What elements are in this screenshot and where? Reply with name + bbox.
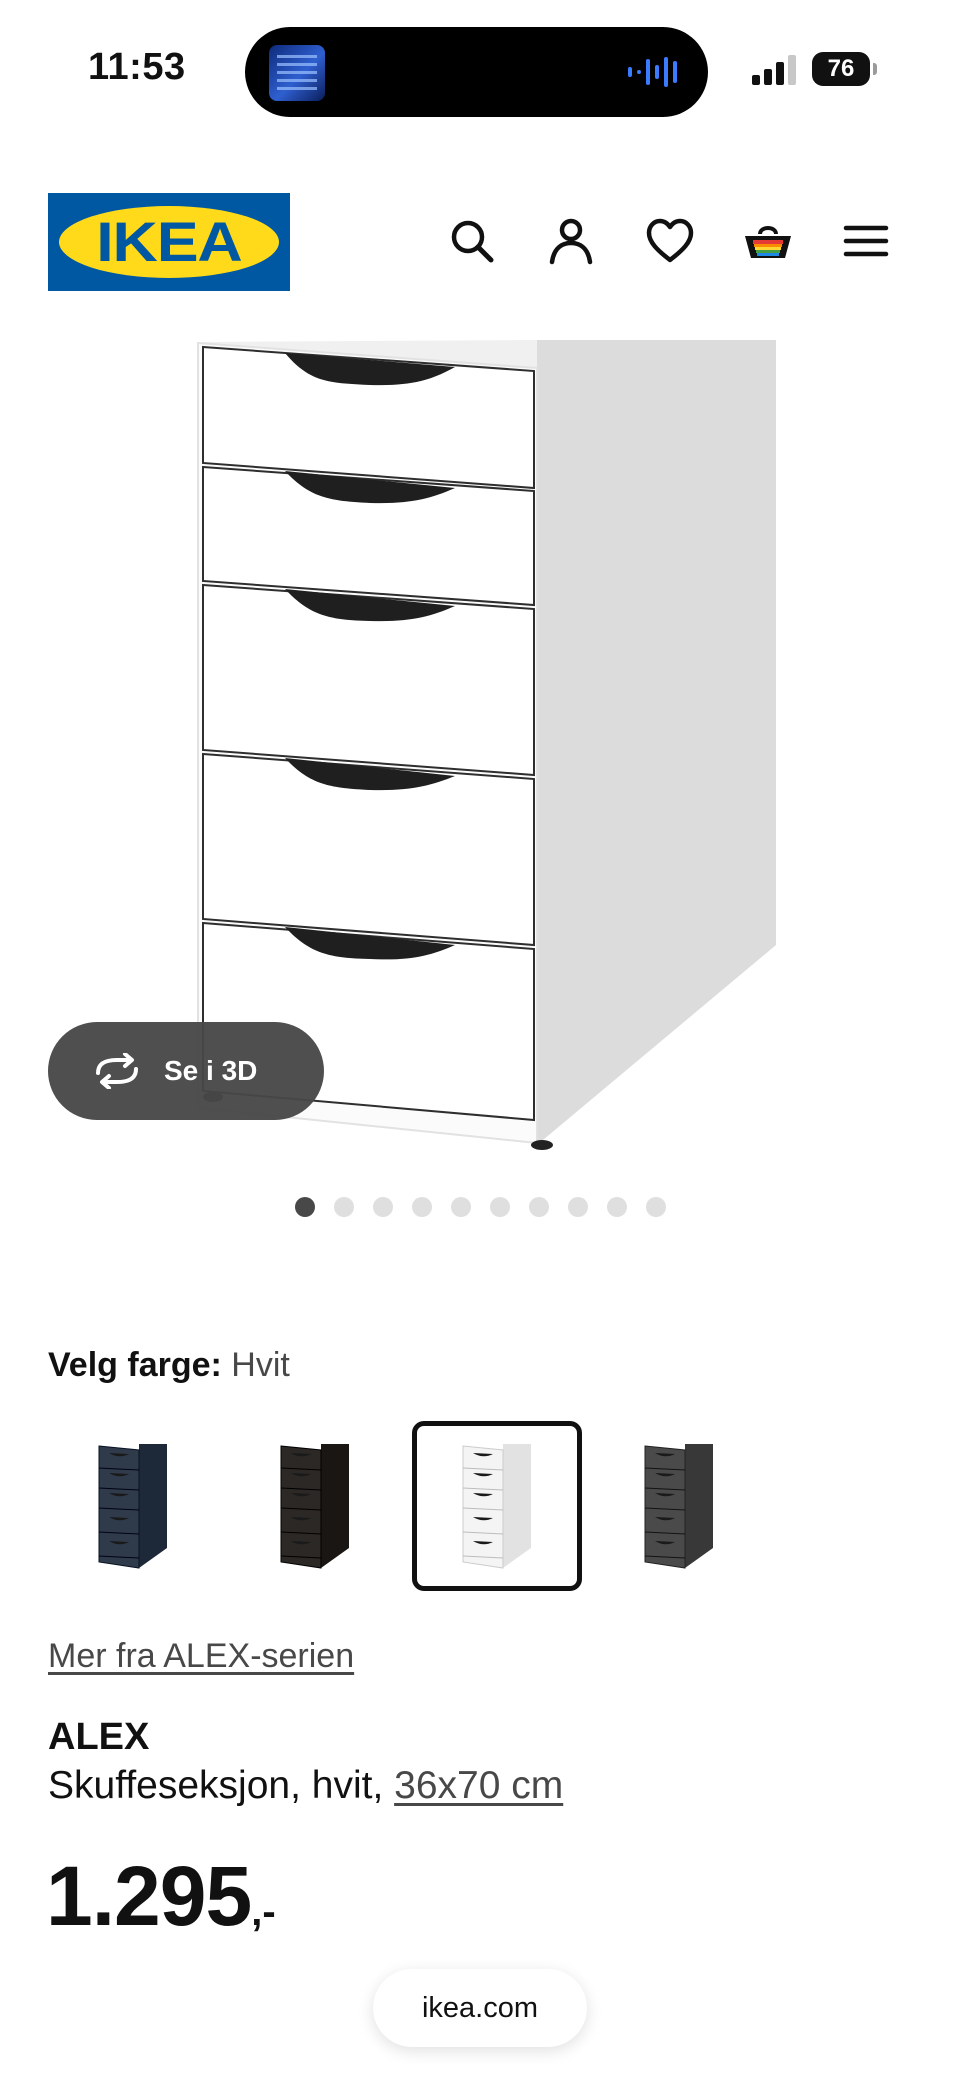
pagination-dot[interactable] xyxy=(412,1197,432,1217)
view-in-3d-label: Se i 3D xyxy=(164,1055,258,1086)
pagination-dot[interactable] xyxy=(451,1197,471,1217)
product-description: Skuffeseksjon, hvit, 36x70 cm xyxy=(48,1764,563,1808)
heart-icon[interactable] xyxy=(643,214,697,268)
color-label-key: Velg farge: xyxy=(48,1346,222,1384)
image-pagination[interactable] xyxy=(295,1197,666,1217)
product-type: Skuffeseksjon, hvit, xyxy=(48,1764,395,1807)
search-icon[interactable] xyxy=(445,214,499,268)
pagination-dot[interactable] xyxy=(529,1197,549,1217)
logo-text: IKEA xyxy=(96,210,242,273)
price-integer: 1.295 xyxy=(46,1849,252,1943)
color-swatches xyxy=(48,1421,764,1591)
audio-wave-icon xyxy=(628,57,677,87)
series-link[interactable]: Mer fra ALEX-serien xyxy=(48,1637,354,1676)
browser-address-bar[interactable]: ikea.com xyxy=(373,1969,587,2047)
pagination-dot[interactable] xyxy=(568,1197,588,1217)
pagination-dot[interactable] xyxy=(607,1197,627,1217)
user-icon[interactable] xyxy=(544,214,598,268)
drawer-unit-thumbnail xyxy=(462,1444,531,1569)
swatch-grey[interactable] xyxy=(594,1421,764,1591)
product-price: 1.295,- xyxy=(46,1848,276,1945)
product-name: ALEX xyxy=(48,1716,150,1758)
cellular-signal-icon xyxy=(752,55,796,85)
ikea-logo[interactable]: IKEA xyxy=(48,193,290,291)
color-selector-label: Velg farge: Hvit xyxy=(48,1346,290,1385)
price-decimal: ,- xyxy=(251,1890,276,1934)
swatch-blue[interactable] xyxy=(48,1421,218,1591)
cart-icon[interactable] xyxy=(741,214,795,268)
menu-icon[interactable] xyxy=(839,214,893,268)
pagination-dot[interactable] xyxy=(646,1197,666,1217)
battery-level: 76 xyxy=(827,55,855,82)
pagination-dot[interactable] xyxy=(295,1197,315,1217)
drawer-unit-thumbnail xyxy=(280,1444,349,1569)
rotate-3d-icon xyxy=(96,1053,138,1089)
drawer-unit-thumbnail xyxy=(98,1444,167,1569)
dynamic-island xyxy=(245,27,708,117)
swatch-black-brown[interactable] xyxy=(230,1421,400,1591)
pagination-dot[interactable] xyxy=(490,1197,510,1217)
product-size-link[interactable]: 36x70 cm xyxy=(394,1764,563,1807)
drawer-unit-thumbnail xyxy=(644,1444,713,1569)
battery-indicator: 76 xyxy=(812,52,877,86)
view-in-3d-button[interactable]: Se i 3D xyxy=(48,1022,324,1120)
swatch-white[interactable] xyxy=(412,1421,582,1591)
color-label-value: Hvit xyxy=(231,1346,290,1384)
pagination-dot[interactable] xyxy=(373,1197,393,1217)
now-playing-artwork xyxy=(269,45,325,101)
pagination-dot[interactable] xyxy=(334,1197,354,1217)
status-time: 11:53 xyxy=(88,46,186,88)
